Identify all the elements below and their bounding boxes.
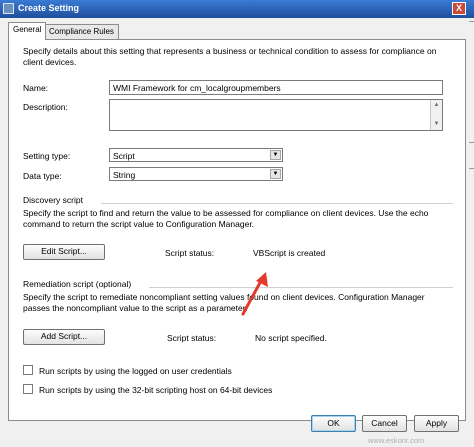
- remediation-status-value: No script specified.: [255, 333, 327, 343]
- edge-mark: [469, 168, 474, 169]
- discovery-description: Specify the script to find and return th…: [23, 208, 429, 229]
- setting-type-select[interactable]: Script ▼: [109, 148, 283, 162]
- 32bit-host-label: Run scripts by using the 32-bit scriptin…: [39, 385, 273, 395]
- name-label: Name:: [23, 83, 49, 93]
- tab-compliance-rules[interactable]: Compliance Rules: [44, 24, 119, 39]
- edge-mark: [469, 142, 474, 143]
- intro-text: Specify details about this setting that …: [23, 46, 437, 67]
- edge-mark: [469, 21, 474, 22]
- 32bit-host-checkbox[interactable]: [23, 384, 33, 394]
- chevron-down-icon[interactable]: ▼: [270, 150, 281, 160]
- ok-button[interactable]: OK: [311, 415, 356, 432]
- discovery-status-label: Script status:: [165, 248, 215, 258]
- data-type-value: String: [113, 170, 136, 180]
- watermark: www.eskonr.com: [368, 436, 425, 445]
- description-scrollbar[interactable]: ▲ ▼: [430, 100, 442, 130]
- dialog-client: General Compliance Rules Specify details…: [0, 18, 474, 447]
- data-type-select[interactable]: String ▼: [109, 167, 283, 181]
- description-label: Description:: [23, 102, 68, 112]
- discovery-divider: [101, 203, 453, 204]
- apply-button[interactable]: Apply: [414, 415, 459, 432]
- setting-type-value: Script: [113, 151, 135, 161]
- remediation-divider: [149, 287, 453, 288]
- logged-on-credentials-label: Run scripts by using the logged on user …: [39, 366, 232, 376]
- name-field[interactable]: WMI Framework for cm_localgroupmembers: [109, 80, 443, 95]
- description-field[interactable]: ▲ ▼: [109, 99, 443, 131]
- tab-general[interactable]: General: [8, 22, 47, 40]
- scroll-down-icon[interactable]: ▼: [431, 119, 442, 130]
- app-icon: [3, 3, 14, 14]
- add-script-button[interactable]: Add Script...: [23, 329, 105, 345]
- discovery-status-value: VBScript is created: [253, 248, 326, 258]
- close-button[interactable]: X: [452, 2, 466, 15]
- annotation-arrow-icon: [241, 272, 268, 316]
- remediation-status-label: Script status:: [167, 333, 217, 343]
- remediation-heading: Remediation script (optional): [23, 279, 132, 289]
- window-title: Create Setting: [18, 3, 80, 13]
- general-panel: Specify details about this setting that …: [8, 39, 466, 421]
- setting-type-label: Setting type:: [23, 151, 71, 161]
- data-type-label: Data type:: [23, 171, 62, 181]
- discovery-heading: Discovery script: [23, 195, 83, 205]
- chevron-down-icon[interactable]: ▼: [270, 169, 281, 179]
- scroll-up-icon[interactable]: ▲: [431, 100, 442, 111]
- logged-on-credentials-checkbox[interactable]: [23, 365, 33, 375]
- cancel-button[interactable]: Cancel: [362, 415, 407, 432]
- title-bar: Create Setting X: [0, 0, 474, 18]
- edit-script-button[interactable]: Edit Script...: [23, 244, 105, 260]
